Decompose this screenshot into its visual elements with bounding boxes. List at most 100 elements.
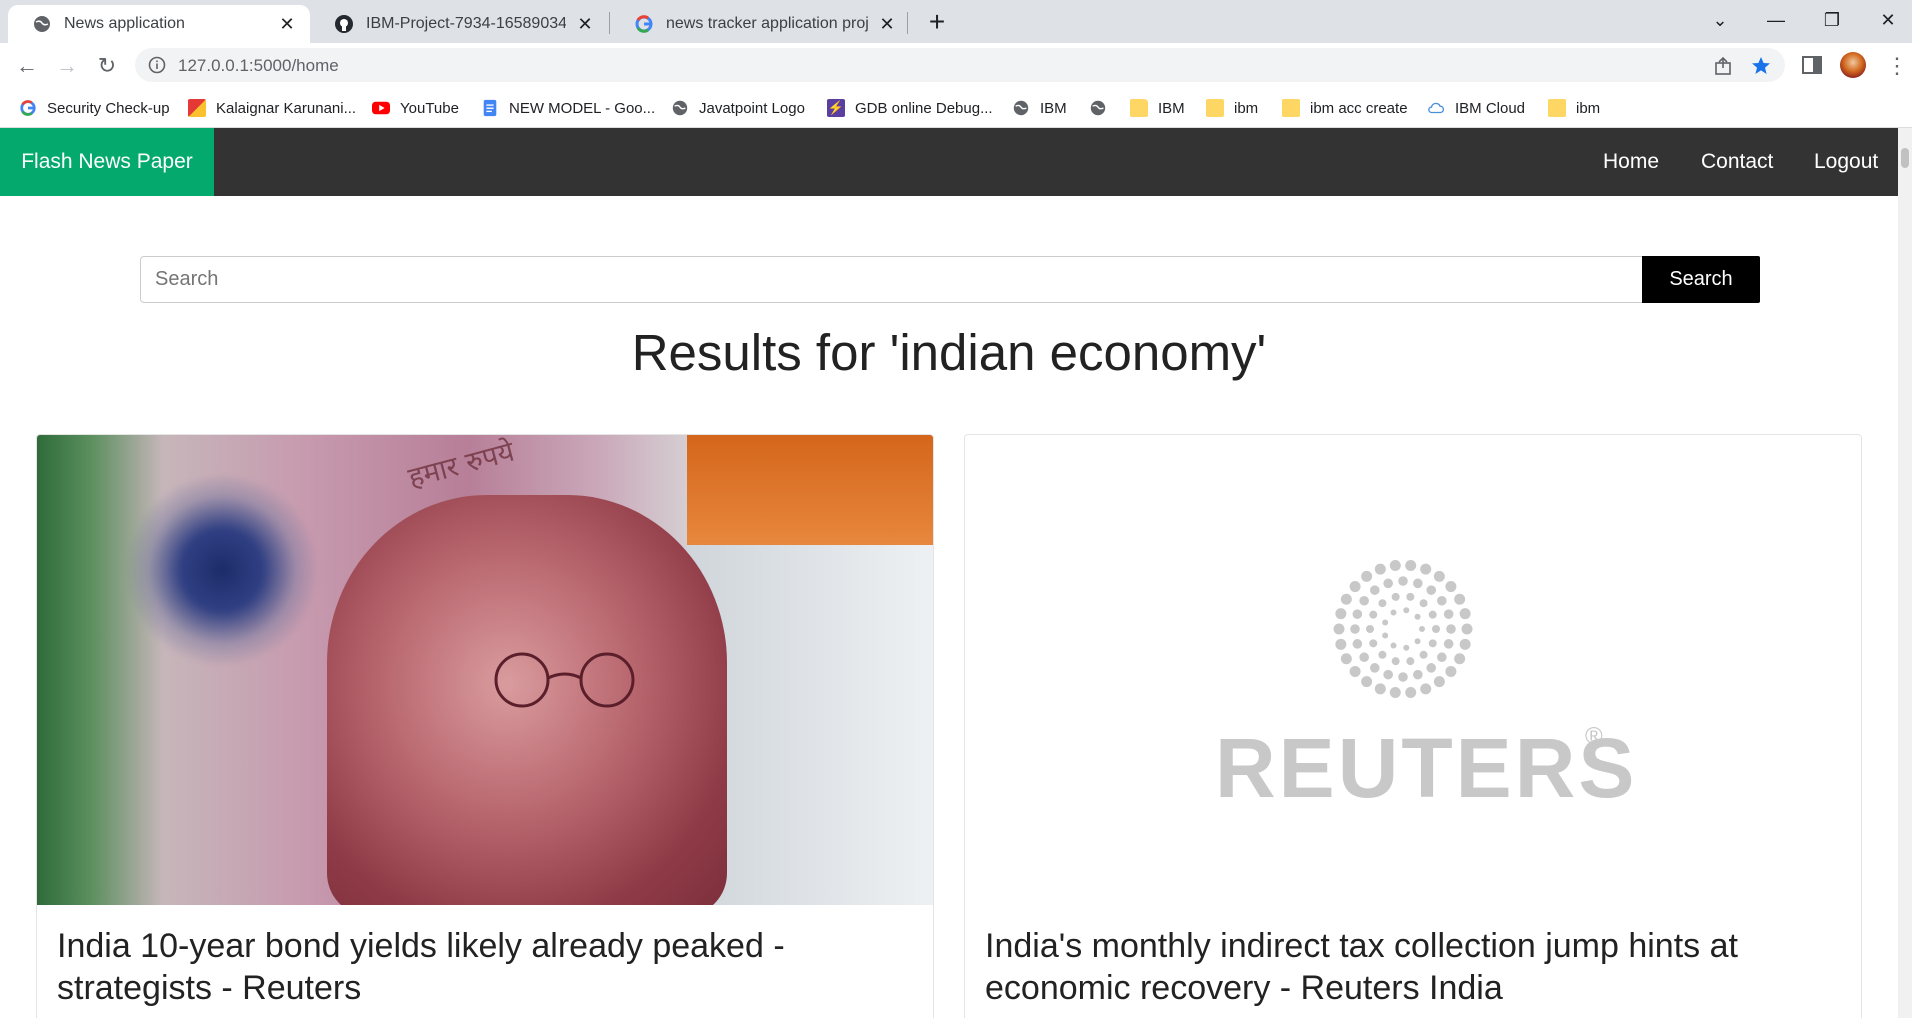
site-navbar: Flash News Paper Home Contact Logout — [0, 128, 1898, 196]
bookmark-youtube[interactable]: YouTube — [372, 88, 459, 128]
reuters-dot — [1428, 610, 1437, 619]
reuters-dot — [1340, 653, 1352, 665]
article-image-reuters-logo[interactable]: REUTERS ® — [965, 435, 1861, 905]
nav-contact-link[interactable]: Contact — [1701, 128, 1773, 196]
minimize-icon[interactable]: ― — [1748, 0, 1804, 40]
info-icon[interactable] — [148, 56, 166, 74]
reuters-dot — [1413, 669, 1423, 680]
reuters-dot — [1406, 657, 1415, 666]
article-card[interactable]: REUTERS ® India's monthly indirect tax c… — [964, 434, 1862, 1018]
bookmark-ibm-cloud[interactable]: IBM Cloud — [1427, 88, 1525, 128]
bookmark-folder-ibm-lower[interactable]: ibm — [1206, 88, 1258, 128]
reuters-dot — [1366, 625, 1374, 633]
site-icon — [188, 99, 206, 117]
reuters-dot — [1419, 650, 1428, 659]
reuters-dot — [1446, 624, 1456, 634]
more-menu-icon[interactable]: ⋮ — [1886, 51, 1908, 81]
article-headline[interactable]: India 10-year bond yields likely already… — [57, 925, 917, 1009]
close-icon[interactable]: ✕ — [276, 13, 298, 35]
youtube-icon — [372, 101, 390, 115]
reuters-dot — [1369, 585, 1380, 595]
reuters-dot — [1369, 663, 1380, 673]
reuters-dot — [1414, 638, 1421, 645]
search-button[interactable]: Search — [1642, 256, 1760, 303]
browser-toolbar: ← → ↻ 127.0.0.1:5000/home ⋮ — [0, 43, 1912, 88]
reuters-dot — [1445, 581, 1457, 593]
reuters-dot — [1390, 642, 1397, 649]
tab-search-chevron-icon[interactable]: ⌄ — [1692, 0, 1748, 40]
address-bar[interactable]: 127.0.0.1:5000/home — [135, 48, 1785, 82]
bookmark-label: IBM Cloud — [1455, 99, 1526, 117]
bookmark-folder-ibm-2[interactable]: ibm — [1548, 88, 1600, 128]
reuters-dot — [1437, 652, 1447, 663]
article-headline[interactable]: India's monthly indirect tax collection … — [985, 925, 1845, 1009]
reuters-dot — [1350, 624, 1360, 634]
browser-tab-bar: News application ✕ IBM-Project-7934-1658… — [0, 0, 1912, 43]
docs-icon — [483, 99, 497, 117]
reuters-dot — [1383, 669, 1393, 680]
reuters-dot — [1405, 687, 1417, 699]
reuters-dot — [1461, 623, 1473, 635]
search-input[interactable] — [140, 256, 1643, 303]
bookmark-unnamed[interactable] — [1089, 88, 1117, 128]
bookmark-label: GDB online Debug... — [855, 99, 993, 117]
reload-icon[interactable]: ↻ — [92, 51, 122, 81]
bookmark-star-icon[interactable] — [1751, 56, 1771, 76]
bookmark-label: Kalaignar Karunani... — [216, 99, 357, 117]
share-icon[interactable] — [1713, 56, 1733, 76]
bookmark-kalaignar[interactable]: Kalaignar Karunani... — [188, 88, 356, 128]
globe-icon — [672, 100, 688, 116]
bookmark-label: ibm — [1234, 99, 1259, 117]
bookmark-label: YouTube — [400, 99, 459, 117]
bookmark-security-checkup[interactable]: Security Check-up — [19, 88, 170, 128]
bookmark-folder-ibm[interactable]: IBM — [1130, 88, 1185, 128]
close-icon[interactable]: ✕ — [876, 13, 898, 35]
close-icon[interactable]: ✕ — [574, 13, 596, 35]
reuters-dot — [1403, 607, 1410, 614]
reuters-dot — [1454, 593, 1466, 605]
bookmark-javatpoint[interactable]: Javatpoint Logo — [671, 88, 805, 128]
article-card[interactable]: हमार रुपये India 10-year bond yields lik… — [36, 434, 934, 1018]
reuters-dot — [1374, 683, 1386, 695]
reuters-dot — [1359, 595, 1369, 606]
reuters-dot — [1405, 559, 1417, 571]
nav-home-link[interactable]: Home — [1603, 128, 1659, 196]
restore-icon[interactable]: ❐ — [1804, 0, 1860, 40]
reuters-dot — [1361, 570, 1373, 582]
reuters-dot — [1369, 610, 1378, 619]
globe-icon — [1090, 100, 1106, 116]
back-arrow-icon[interactable]: ← — [12, 51, 42, 81]
bookmark-ibm[interactable]: IBM — [1012, 88, 1067, 128]
brand-link[interactable]: Flash News Paper — [0, 128, 214, 196]
avatar[interactable] — [1840, 52, 1866, 78]
reuters-dot — [1432, 625, 1440, 633]
reuters-dot — [1389, 559, 1401, 571]
tab-news-application[interactable]: News application ✕ — [8, 5, 310, 43]
side-panel-icon[interactable] — [1801, 54, 1823, 76]
results-heading: Results for 'indian economy' — [631, 324, 1267, 381]
new-tab-button[interactable]: + — [922, 6, 952, 37]
tab-title: IBM-Project-7934-1658903483/in — [366, 15, 566, 32]
bookmark-new-model[interactable]: NEW MODEL - Goo... — [481, 88, 655, 128]
reuters-dot — [1349, 665, 1361, 677]
scrollbar-thumb[interactable] — [1901, 148, 1909, 168]
registered-mark: ® — [1585, 723, 1603, 750]
reuters-dot — [1382, 619, 1389, 626]
article-image-rupee-note[interactable]: हमार रुपये — [37, 435, 933, 905]
folder-icon — [1282, 99, 1300, 117]
bookmark-gdb-online[interactable]: ⚡ GDB online Debug... — [827, 88, 993, 128]
tab-github-project[interactable]: IBM-Project-7934-1658903483/in ✕ — [310, 5, 608, 43]
page-scrollbar[interactable] — [1898, 128, 1912, 1018]
github-icon — [335, 15, 353, 33]
nav-logout-link[interactable]: Logout — [1814, 128, 1878, 196]
tab-google-search[interactable]: news tracker application project d ✕ — [610, 5, 910, 43]
bookmark-label: Javatpoint Logo — [699, 99, 805, 117]
reuters-dot — [1333, 623, 1345, 635]
reuters-dot — [1428, 639, 1437, 648]
reuters-dot — [1335, 638, 1347, 650]
bookmark-folder-ibm-acc-create[interactable]: ibm acc create — [1282, 88, 1408, 128]
reuters-dot — [1389, 687, 1401, 699]
page-viewport: Flash News Paper Home Contact Logout Sea… — [0, 128, 1898, 1018]
window-close-icon[interactable]: ✕ — [1860, 0, 1912, 40]
forward-arrow-icon[interactable]: → — [52, 51, 82, 81]
